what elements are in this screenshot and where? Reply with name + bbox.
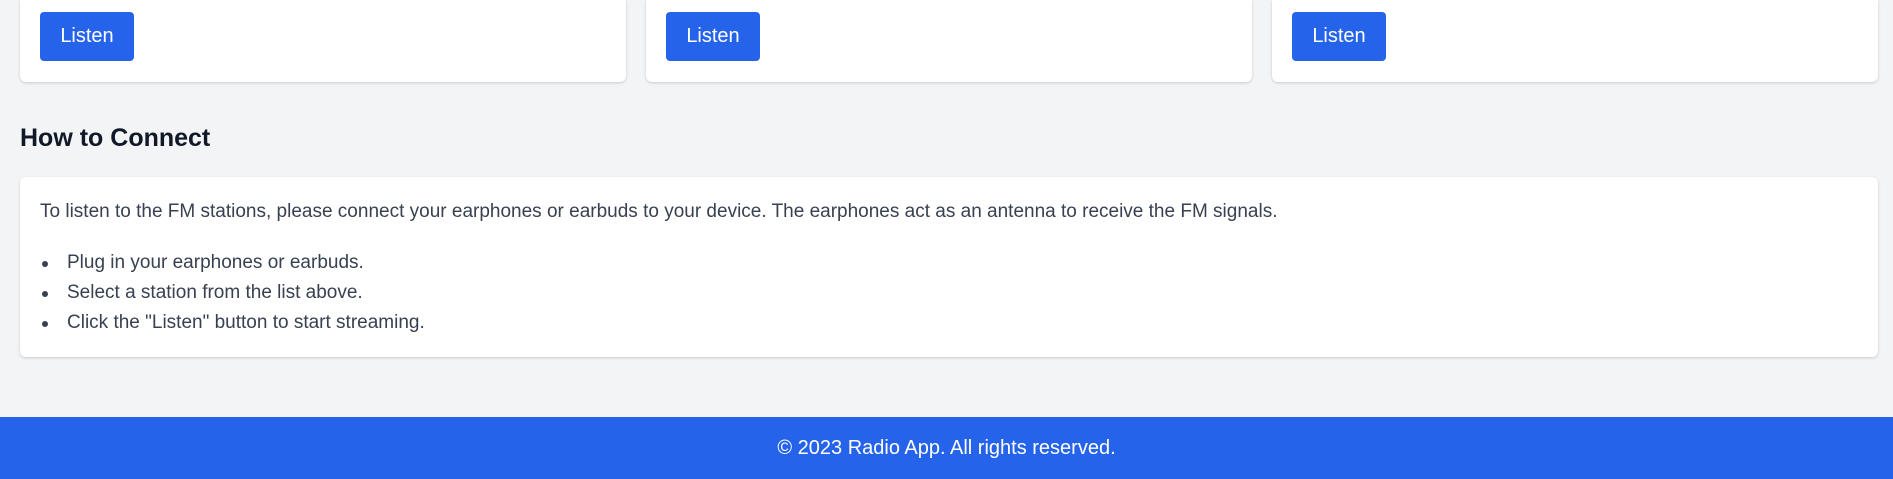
list-item: Plug in your earphones or earbuds. bbox=[40, 248, 1858, 278]
copyright-text: © 2023 Radio App. All rights reserved. bbox=[777, 436, 1116, 459]
listen-button[interactable]: Listen bbox=[40, 12, 134, 61]
listen-button[interactable]: Listen bbox=[1292, 12, 1386, 61]
footer: © 2023 Radio App. All rights reserved. bbox=[0, 417, 1893, 479]
list-item: Select a station from the list above. bbox=[40, 278, 1858, 308]
bullet-icon bbox=[42, 321, 48, 327]
how-to-connect-heading: How to Connect bbox=[20, 124, 211, 152]
station-card: Listen bbox=[20, 0, 626, 82]
how-to-connect-card: To listen to the FM stations, please con… bbox=[20, 177, 1878, 357]
listen-button[interactable]: Listen bbox=[666, 12, 760, 61]
step-text: Click the "Listen" button to start strea… bbox=[67, 312, 425, 333]
step-text: Plug in your earphones or earbuds. bbox=[67, 252, 364, 273]
list-item: Click the "Listen" button to start strea… bbox=[40, 308, 1858, 338]
station-card: Listen bbox=[1272, 0, 1878, 82]
bullet-icon bbox=[42, 261, 48, 267]
station-card-row: Listen Listen Listen bbox=[20, 0, 1878, 82]
station-card: Listen bbox=[646, 0, 1252, 82]
page: Listen Listen Listen How to Connect To l… bbox=[0, 0, 1893, 479]
step-text: Select a station from the list above. bbox=[67, 282, 363, 303]
connect-intro-text: To listen to the FM stations, please con… bbox=[40, 201, 1278, 222]
connect-steps-list: Plug in your earphones or earbuds. Selec… bbox=[40, 248, 1858, 338]
bullet-icon bbox=[42, 291, 48, 297]
